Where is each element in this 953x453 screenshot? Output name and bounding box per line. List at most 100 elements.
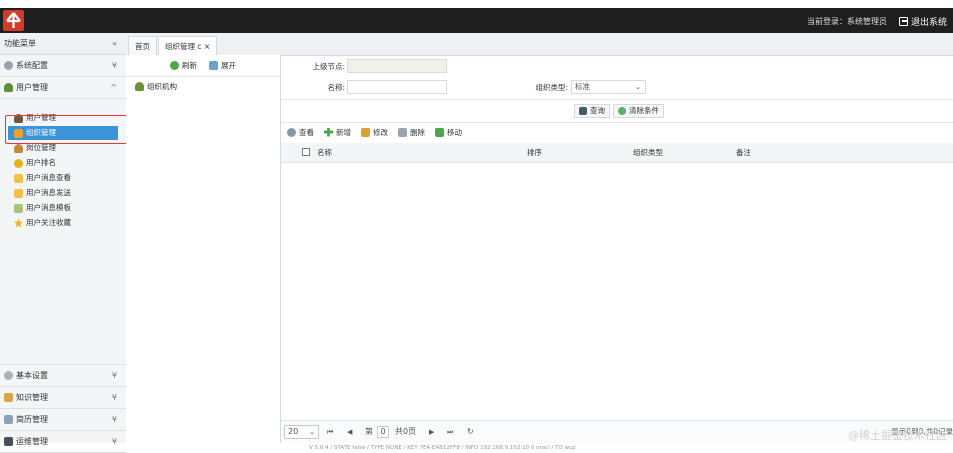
magnifier-icon xyxy=(287,127,296,137)
tab-label: 首页 xyxy=(135,42,150,51)
org-type-value: 标准 xyxy=(575,82,590,91)
sidebar-item-user-rank[interactable]: 用户排名 xyxy=(14,156,56,170)
page-number-input[interactable]: 0 xyxy=(377,426,389,438)
form-row-parent: 上级节点: xyxy=(281,57,953,76)
sidebar-group-user-management[interactable]: 用户管理 ^ xyxy=(0,77,126,99)
users-icon xyxy=(4,83,13,92)
name-input[interactable] xyxy=(347,80,447,94)
collapse-sidebar-icon[interactable]: « xyxy=(112,33,117,54)
top-bar: 当前登录：系统管理员 退出系统 xyxy=(0,8,953,33)
sidebar-item-message-view[interactable]: 用户消息查看 xyxy=(14,171,71,185)
column-org-type[interactable]: 组织类型 xyxy=(633,143,663,162)
prev-page-icon[interactable]: ◀ xyxy=(347,421,352,443)
add-label: 新增 xyxy=(336,127,351,137)
tree-expand-label: 展开 xyxy=(221,61,236,70)
sidebar-group-knowledge[interactable]: 知识管理 ¥ xyxy=(0,387,126,409)
tree-node-root[interactable]: 组织机构 xyxy=(135,81,177,92)
sidebar-group-resume[interactable]: 简历管理 ¥ xyxy=(0,409,126,431)
highlight-annotation-box xyxy=(5,115,133,144)
tree-toolbar: 刷新 展开 xyxy=(126,55,280,77)
logout-button[interactable]: 退出系统 xyxy=(898,15,947,28)
view-label: 查看 xyxy=(299,127,314,137)
plus-icon xyxy=(324,127,333,137)
chevron-up-icon: ^ xyxy=(110,83,117,92)
grid-header: 名称 排序 组织类型 备注 xyxy=(281,143,953,163)
column-name[interactable]: 名称 xyxy=(317,143,332,162)
tree-node-label: 组织机构 xyxy=(147,82,177,91)
org-type-select[interactable]: 标准 ⌄ xyxy=(571,80,646,94)
tab-org-management[interactable]: 组织管理 c × xyxy=(158,36,218,56)
mail-icon xyxy=(14,173,23,183)
gear-icon xyxy=(4,61,13,70)
next-page-icon[interactable]: ▶ xyxy=(429,421,434,443)
page-total: 共0页 xyxy=(395,427,417,436)
move-label: 移动 xyxy=(447,127,462,137)
name-label: 名称: xyxy=(327,83,345,92)
tree-refresh-label: 刷新 xyxy=(182,61,197,70)
edit-button[interactable]: 修改 xyxy=(361,127,388,138)
first-page-icon[interactable]: ⏮ xyxy=(327,421,333,443)
tree-expand-button[interactable]: 展开 xyxy=(209,60,236,71)
footer: V 5.0.4 / STATE false / TYPE NONE / KEY … xyxy=(0,443,953,453)
clear-label: 清除条件 xyxy=(629,106,659,115)
column-remark[interactable]: 备注 xyxy=(736,143,751,162)
sidebar-item-message-send[interactable]: 用户消息发送 xyxy=(14,186,71,200)
sidebar-group-basic-settings[interactable]: 基本设置 ¥ xyxy=(0,365,126,387)
tab-label: 组织管理 c × xyxy=(165,42,211,51)
template-icon xyxy=(14,203,23,213)
page-size-value: 20 xyxy=(288,427,299,436)
refresh-icon[interactable]: ↻ xyxy=(467,421,474,443)
version-info: V 5.0.4 / STATE false / TYPE NONE / KEY … xyxy=(309,445,576,451)
parent-node-field[interactable] xyxy=(347,59,447,73)
settings-icon xyxy=(4,371,13,380)
org-tree-panel: 刷新 展开 组织机构 xyxy=(126,55,281,443)
sidebar-header: 功能菜单 « xyxy=(0,33,126,55)
delete-label: 删除 xyxy=(410,127,425,137)
refresh-icon xyxy=(170,61,179,70)
chevron-down-icon: ¥ xyxy=(111,415,117,424)
logout-label: 退出系统 xyxy=(910,18,947,28)
expand-icon xyxy=(209,61,218,70)
last-page-icon[interactable]: ⏭ xyxy=(447,421,453,443)
current-login-text: 当前登录：系统管理员 xyxy=(806,17,887,26)
mail-icon xyxy=(14,188,23,198)
sidebar-item-label: 用户关注收藏 xyxy=(26,218,71,227)
chevron-down-icon: ¥ xyxy=(111,371,117,380)
knowledge-icon xyxy=(4,393,13,402)
sidebar-item-label: 用户排名 xyxy=(26,158,56,167)
view-button[interactable]: 查看 xyxy=(287,127,314,138)
watermark-text: @稀土掘金技术社区 xyxy=(848,429,947,442)
pencil-icon xyxy=(361,127,370,137)
sidebar-item-label: 用户消息查看 xyxy=(26,173,71,182)
query-button[interactable]: 查询 xyxy=(574,104,610,118)
org-node-icon xyxy=(135,82,144,91)
clear-icon xyxy=(618,107,626,115)
sidebar-item-label: 用户消息模板 xyxy=(26,203,71,212)
sidebar-item-message-template[interactable]: 用户消息模板 xyxy=(14,201,71,215)
search-button-row: 查询 清除条件 xyxy=(281,99,953,123)
sidebar-group-label: 简历管理 xyxy=(16,415,48,424)
sidebar-group-label: 用户管理 xyxy=(16,83,48,92)
form-row-name: 名称: 组织类型: 标准 ⌄ xyxy=(281,78,953,97)
page-size-select[interactable]: 20 ⌄ xyxy=(284,425,319,439)
move-button[interactable]: 移动 xyxy=(435,127,462,138)
sidebar-title: 功能菜单 xyxy=(4,39,36,48)
sidebar-group-label: 基本设置 xyxy=(16,371,48,380)
column-sort[interactable]: 排序 xyxy=(527,143,542,162)
action-toolbar: 查看 新增 修改 删除 移动 xyxy=(281,122,953,142)
sidebar-group-label: 知识管理 xyxy=(16,393,48,402)
add-button[interactable]: 新增 xyxy=(324,127,351,138)
tab-home[interactable]: 首页 xyxy=(128,36,157,55)
page-prefix: 第 xyxy=(365,427,373,436)
tree-refresh-button[interactable]: 刷新 xyxy=(170,60,197,71)
sidebar-item-favorites[interactable]: 用户关注收藏 xyxy=(14,216,71,230)
sidebar-group-system-config[interactable]: 系统配置 ¥ xyxy=(0,55,126,77)
sidebar: 功能菜单 « 系统配置 ¥ 用户管理 ^ 用户管理 组织管理 岗位管理 用户排名… xyxy=(0,33,127,453)
move-icon xyxy=(435,127,444,137)
clear-conditions-button[interactable]: 清除条件 xyxy=(613,104,664,118)
star-icon xyxy=(14,218,23,228)
delete-button[interactable]: 删除 xyxy=(398,127,425,138)
chevron-down-icon: ⌄ xyxy=(309,428,315,436)
select-all-checkbox[interactable] xyxy=(302,148,310,156)
rank-icon xyxy=(14,158,23,168)
